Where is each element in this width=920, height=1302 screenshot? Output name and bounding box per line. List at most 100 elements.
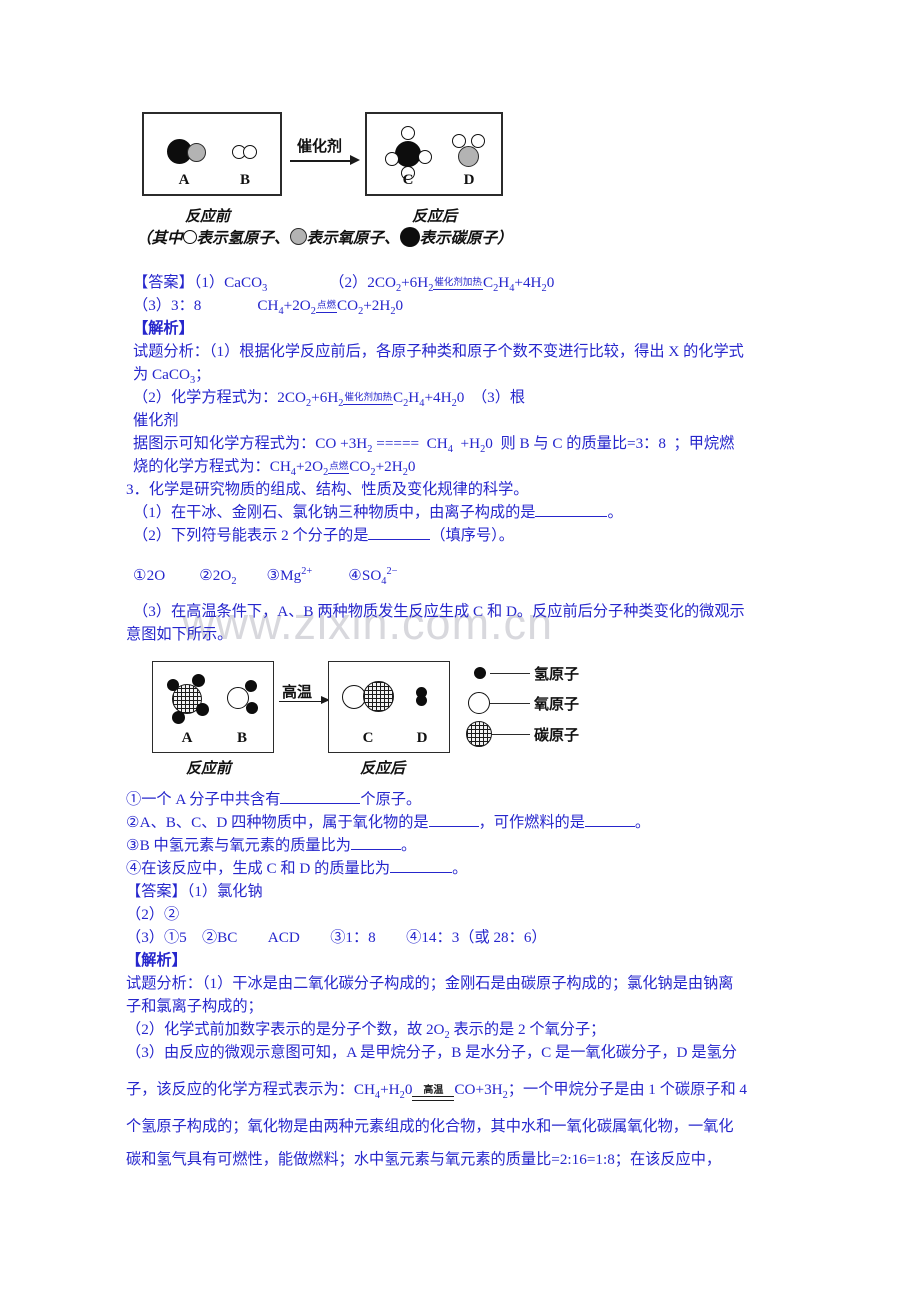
explain-2-line-5b: CO+3H2；一个甲烷分子是由 1 个碳原子和 4 [454, 1081, 748, 1102]
diagram2-before-caption: 反应前 [186, 761, 232, 777]
answer-1-q3: （3）3：8 [133, 297, 202, 314]
diagram2-legend-line-3 [492, 734, 530, 735]
diagram1-a-oxygen-atom [187, 143, 206, 162]
question-3-sub-1-end: 。 [607, 504, 623, 521]
answer-block-2-line-2: （2）② [126, 906, 180, 923]
question-3-stem-text: 化学是研究物质的组成、结构、性质及变化规律的科学。 [148, 481, 529, 498]
diagram2-a-hydrogen-atom-3 [196, 703, 209, 716]
diagram2-b-hydrogen-atom-2 [246, 702, 258, 714]
legend-caption-part3: 表示氧原子、 [306, 230, 400, 247]
diagram1-c-hydrogen-atom-top [401, 126, 415, 140]
answer-tag-2: 【答案】 [126, 883, 187, 900]
answer-block-2-line-1: 【答案】（1）氯化钠 [126, 880, 263, 903]
diagram2-label-c: C [362, 730, 374, 746]
part-3-blank[interactable] [350, 849, 401, 850]
part-2-blank-2[interactable] [584, 826, 635, 827]
diagram1-label-d: D [463, 172, 475, 188]
question-3-options: ①2O ②2O2 ③Mg2+ ④SO42− [133, 564, 397, 587]
option-4[interactable]: ④SO42− [348, 566, 397, 586]
answer-block-2-line-3: （3）①5 ②BC ACD ③1：8 ④14：3（或 28：6） [126, 929, 547, 946]
part-1-blank[interactable] [280, 803, 361, 804]
answer-block-1-line-1: 【答案】（1）CaCO3 （2）2CO2+6H2催化剂加热C2H4+4H20 [133, 271, 554, 294]
explain-1-line-5: 据图示可知化学方程式为：CO +3H2 ===== CH4 +H20 则 B 与… [133, 435, 735, 456]
diagram1-d-hydrogen-atom-left [452, 134, 466, 148]
oxygen-atom-icon [289, 228, 307, 245]
diagram2-legend-label-oxygen: 氧原子 [534, 697, 580, 713]
diagram1-label-a: A [178, 172, 190, 188]
question-3-sub-2-blank[interactable] [368, 539, 431, 540]
explain-2-line-3: （2）化学式前加数字表示的是分子个数，故 2O2 表示的是 2 个氧分子； [126, 1021, 606, 1042]
explain-2-line-1: 试题分析：（1）干冰是由二氧化碳分子构成的；金刚石是由碳原子构成的；氯化钠是由钠… [126, 975, 734, 992]
part-1-text: ①一个 A 分子中共含有 [126, 791, 281, 808]
question-3-sub-2-text: （2）下列符号能表示 2 个分子的是 [133, 527, 369, 544]
diagram2-c-carbon-atom [363, 681, 394, 712]
part-2-blank-1[interactable] [428, 826, 479, 827]
answer-block-1-line-2: （3）3：8 CH4+2O2点燃CO2+2H20 [133, 294, 403, 317]
explain-2-line-2: 子和氯离子构成的； [126, 998, 263, 1015]
part-4-end: 。 [452, 860, 468, 877]
diagram2-a-hydrogen-atom-1 [167, 679, 179, 691]
diagram1-c-carbon-atom [395, 141, 421, 167]
explain-tag-2: 【解析】 [126, 952, 187, 969]
option-1[interactable]: ①2O [133, 567, 165, 584]
option-2[interactable]: ②2O2 [199, 567, 236, 587]
diagram1-c-hydrogen-atom-left [385, 152, 399, 166]
question-3-sub-3-line-1: （3）在高温条件下，A、B 两种物质发生反应生成 C 和 D。反应前后分子种类变… [133, 603, 745, 620]
diagram2-label-d: D [416, 730, 428, 746]
part-4-blank[interactable] [390, 872, 453, 873]
explain-1-line-2: 为 CaCO3； [133, 366, 211, 387]
explain-1-line-4: 催化剂 [133, 412, 179, 429]
part-3-end: 。 [400, 837, 417, 854]
diagram2-legend-carbon-icon [466, 721, 492, 747]
explain-2-line-5a: 子，该反应的化学方程式表示为：CH4+H20 [126, 1081, 413, 1102]
explain-1-condition-2: 点燃 [328, 462, 350, 474]
question-3-sub-2-end: （填序号）。 [430, 527, 514, 544]
legend-caption-part2: 表示氢原子、 [196, 230, 290, 247]
answer-1-q2-condition: 催化剂加热 [433, 278, 483, 290]
diagram2-legend-line-2 [490, 703, 530, 704]
explain-2-line-6: 个氢原子构成的；氧化物是由两种元素组成的化合物，其中水和一氧化碳属氧化物，一氧化 [126, 1118, 734, 1135]
option-3[interactable]: ③Mg2+ [267, 566, 313, 584]
answer-1-q2: （2）2CO2+6H2 [329, 274, 434, 295]
carbon-atom-icon [399, 227, 420, 247]
diagram1-arrow-line [290, 160, 352, 162]
explain-1-line-6: 烧的化学方程式为：CH4+2O2点燃CO2+2H20 [133, 458, 416, 479]
answer-1-q1: （1）CaCO3 [193, 274, 268, 295]
diagram1-label-c: C [402, 172, 414, 188]
diagram1-d-hydrogen-atom-right [471, 134, 485, 148]
diagram2-d-hydrogen-atom-2 [416, 695, 427, 706]
question-3-part-3: ③B 中氢元素与氧元素的质量比为 。 [126, 834, 416, 857]
question-3-sub-1-blank[interactable] [535, 516, 608, 517]
diagram1-before-box [142, 112, 282, 196]
diagram2-a-hydrogen-atom-4 [172, 711, 185, 724]
question-3-part-4: ④在该反应中，生成 C 和 D 的质量比为 。 [126, 857, 467, 880]
diagram1-after-caption: 反应后 [412, 209, 458, 225]
diagram2-legend-hydrogen-icon [474, 667, 486, 679]
part-1-end: 个原子。 [360, 791, 422, 808]
part-2-text: ②A、B、C、D 四种物质中，属于氧化物的是 [126, 814, 429, 831]
diagram2-arrow-line [279, 701, 323, 702]
explain-2-condition-text: 高温 [423, 1085, 444, 1096]
explain-2-line-7: 碳和氢气具有可燃性，能做燃料；水中氢元素与氧元素的质量比=2:16=1:8；在该… [126, 1151, 722, 1168]
diagram2-after-caption: 反应后 [360, 761, 406, 777]
diagram1-condition-label: 催化剂 [297, 139, 343, 155]
question-3-stem: 3．化学是研究物质的组成、结构、性质及变化规律的科学。 [126, 478, 528, 501]
document-page: www.zixin.com.cn A B 催化剂 C D 反应前 反应后 （其中… [0, 0, 920, 1302]
explain-2-line-5: 子，该反应的化学方程式表示为：CH4+H20 高温 CO+3H2；一个甲烷分子是… [126, 1078, 747, 1101]
diagram1-label-b: B [239, 172, 250, 188]
diagram2-label-b: B [236, 730, 247, 746]
diagram2-label-a: A [181, 730, 193, 746]
explain-2-condition-bars [412, 1096, 455, 1101]
part-2-mid: ，可作燃料的是 [478, 814, 585, 831]
explain-tag-1: 【解析】 [133, 320, 194, 337]
diagram2-legend-oxygen-icon [468, 692, 490, 714]
answer-1-eq-product: CO2+2H20 [336, 297, 404, 318]
diagram2-condition-label: 高温 [282, 685, 313, 701]
diagram1-arrow-head [350, 155, 360, 165]
legend-caption-part4: 表示碳原子） [419, 230, 513, 247]
explain-2-reaction-condition: 高温 [412, 1085, 455, 1101]
explain-1-line-1: 试题分析：（1）根据化学反应前后，各原子种类和原子个数不变进行比较，得出 X 的… [133, 343, 744, 360]
question-3-sub-2: （2）下列符号能表示 2 个分子的是 （填序号）。 [133, 524, 514, 547]
answer-1-q2-product: C2H4+4H20 [482, 274, 555, 295]
explain-2-line-4: （3）由反应的微观示意图可知，A 是甲烷分子，B 是水分子，C 是一氧化碳分子，… [126, 1044, 737, 1061]
